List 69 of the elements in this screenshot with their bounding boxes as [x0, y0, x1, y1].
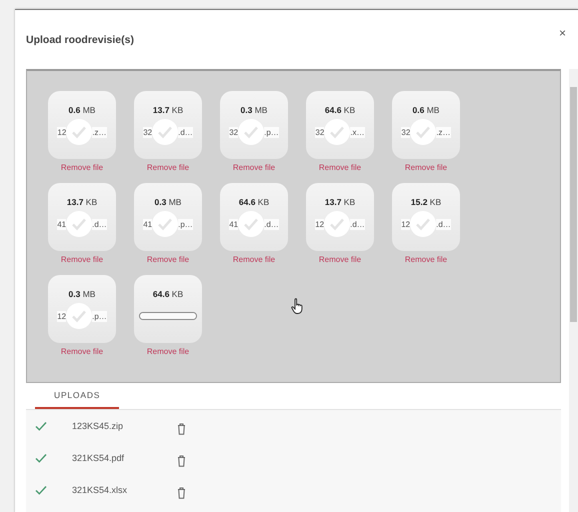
file-size: 13.7 KB	[324, 197, 356, 207]
scrollbar[interactable]	[569, 69, 578, 512]
remove-file-link[interactable]: Remove file	[146, 347, 190, 356]
remove-file-link[interactable]: Remove file	[232, 255, 276, 264]
file-size: 0.3 MB	[240, 105, 268, 115]
file-name: .p…	[92, 310, 107, 322]
file-name: 12	[401, 218, 410, 230]
success-check-icon	[324, 119, 350, 145]
success-check-icon	[238, 211, 264, 237]
file-name: .p…	[178, 218, 193, 230]
file-size: 64.6 KB	[152, 289, 184, 299]
hand-cursor-icon	[291, 298, 303, 314]
remove-file-link[interactable]: Remove file	[232, 163, 276, 172]
success-check-icon	[152, 119, 178, 145]
file-name: 41	[143, 218, 152, 230]
success-check-icon	[66, 303, 92, 329]
file-name: 41	[229, 218, 238, 230]
upload-progress-bar	[139, 312, 197, 320]
file-name: 12	[315, 218, 324, 230]
remove-file-link[interactable]: Remove file	[60, 163, 104, 172]
file-name: 41	[57, 218, 66, 230]
remove-file-link[interactable]: Remove file	[60, 347, 104, 356]
success-check-icon	[66, 211, 92, 237]
file-name: 32	[315, 126, 324, 138]
file-size: 13.7 KB	[66, 197, 98, 207]
scrollbar-thumb[interactable]	[570, 87, 577, 322]
file-name: 12	[57, 126, 66, 138]
file-size: 0.3 MB	[68, 289, 96, 299]
delete-button[interactable]	[177, 487, 186, 499]
close-button[interactable]: ×	[556, 27, 568, 39]
remove-file-link[interactable]: Remove file	[60, 255, 104, 264]
file-size: 15.2 KB	[410, 197, 442, 207]
file-name: .d…	[436, 218, 451, 230]
remove-file-link[interactable]: Remove file	[146, 255, 190, 264]
success-check-icon	[238, 119, 264, 145]
file-name: .z…	[436, 126, 451, 138]
success-check-icon	[410, 119, 436, 145]
success-check-icon	[410, 211, 436, 237]
file-name: .d…	[350, 218, 365, 230]
file-name: 32	[401, 126, 410, 138]
file-size: 64.6 KB	[324, 105, 356, 115]
file-size: 13.7 KB	[152, 105, 184, 115]
file-name: .d…	[264, 218, 279, 230]
remove-file-link[interactable]: Remove file	[404, 163, 448, 172]
file-name: 12	[57, 310, 66, 322]
remove-file-link[interactable]: Remove file	[404, 255, 448, 264]
delete-button[interactable]	[177, 455, 186, 467]
dialog-title: Upload roodrevisie(s)	[26, 34, 134, 46]
success-check-icon	[66, 119, 92, 145]
file-name: .x…	[350, 126, 365, 138]
file-name: .p…	[264, 126, 279, 138]
file-size: 0.3 MB	[154, 197, 182, 207]
remove-file-link[interactable]: Remove file	[318, 163, 362, 172]
remove-file-link[interactable]: Remove file	[146, 163, 190, 172]
file-size: 0.6 MB	[68, 105, 96, 115]
success-check-icon	[324, 211, 350, 237]
file-name: .d…	[92, 218, 107, 230]
file-name: 32	[229, 126, 238, 138]
success-check-icon	[152, 211, 178, 237]
file-name: 321KS54.xlsx	[72, 485, 128, 495]
file-name: 123KS45.zip	[72, 421, 124, 431]
file-name: 32	[143, 126, 152, 138]
remove-file-link[interactable]: Remove file	[318, 255, 362, 264]
file-size: 64.6 KB	[238, 197, 270, 207]
file-name: 321KS54.pdf	[72, 453, 126, 463]
delete-button[interactable]	[177, 423, 186, 435]
file-name: .d…	[178, 126, 193, 138]
file-size: 0.6 MB	[412, 105, 440, 115]
file-name: .z…	[92, 126, 107, 138]
